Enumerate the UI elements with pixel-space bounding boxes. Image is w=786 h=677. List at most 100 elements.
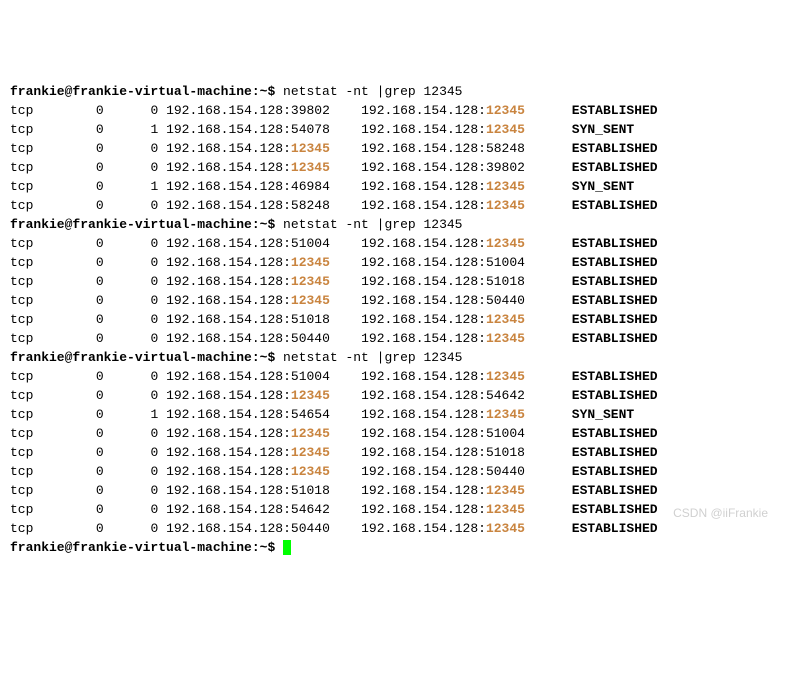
recvq-cell: 0 [96,103,104,118]
col-gap [330,464,361,479]
col-gap [525,388,572,403]
cursor-icon [283,540,291,555]
col-gap [330,103,361,118]
col-gap [330,255,361,270]
command-text: netstat -nt |grep 12345 [283,217,462,232]
prompt-line[interactable]: frankie@frankie-virtual-machine:~$ netst… [10,215,776,234]
foreign-ip: 192.168.154.128: [361,388,486,403]
sendq-cell: 0 [104,103,166,118]
local-ip: 192.168.154.128: [166,464,291,479]
local-port: 51004 [291,369,330,384]
local-ip: 192.168.154.128: [166,293,291,308]
netstat-row: tcp 0 0 192.168.154.128:12345 192.168.15… [10,139,776,158]
proto-cell: tcp [10,388,96,403]
foreign-port: 12345 [486,179,525,194]
col-gap [330,160,361,175]
proto-cell: tcp [10,464,96,479]
local-ip: 192.168.154.128: [166,483,291,498]
local-ip: 192.168.154.128: [166,179,291,194]
foreign-port: 50440 [486,464,525,479]
local-port: 12345 [291,160,330,175]
sendq-cell: 0 [104,426,166,441]
recvq-cell: 0 [96,179,104,194]
recvq-cell: 0 [96,236,104,251]
prompt-line[interactable]: frankie@frankie-virtual-machine:~$ netst… [10,348,776,367]
sendq-cell: 1 [104,179,166,194]
local-ip: 192.168.154.128: [166,122,291,137]
foreign-port: 12345 [486,198,525,213]
netstat-row: tcp 0 0 192.168.154.128:51018 192.168.15… [10,310,776,329]
recvq-cell: 0 [96,502,104,517]
foreign-port: 51018 [486,445,525,460]
state-cell: ESTABLISHED [572,293,658,308]
recvq-cell: 0 [96,274,104,289]
foreign-port: 12345 [486,236,525,251]
foreign-ip: 192.168.154.128: [361,274,486,289]
sendq-cell: 0 [104,141,166,156]
foreign-ip: 192.168.154.128: [361,255,486,270]
netstat-row: tcp 0 0 192.168.154.128:12345 192.168.15… [10,291,776,310]
netstat-row: tcp 0 1 192.168.154.128:54078 192.168.15… [10,120,776,139]
prompt-line[interactable]: frankie@frankie-virtual-machine:~$ netst… [10,82,776,101]
local-port: 50440 [291,331,330,346]
local-port: 39802 [291,103,330,118]
state-cell: ESTABLISHED [572,331,658,346]
proto-cell: tcp [10,103,96,118]
foreign-ip: 192.168.154.128: [361,312,486,327]
sendq-cell: 0 [104,483,166,498]
proto-cell: tcp [10,236,96,251]
local-port: 54642 [291,502,330,517]
foreign-ip: 192.168.154.128: [361,198,486,213]
proto-cell: tcp [10,502,96,517]
sendq-cell: 0 [104,293,166,308]
col-gap [330,369,361,384]
col-gap [525,122,572,137]
col-gap [330,407,361,422]
foreign-port: 50440 [486,293,525,308]
foreign-ip: 192.168.154.128: [361,331,486,346]
state-cell: SYN_SENT [572,122,634,137]
recvq-cell: 0 [96,255,104,270]
sendq-cell: 0 [104,312,166,327]
netstat-row: tcp 0 0 192.168.154.128:12345 192.168.15… [10,253,776,272]
local-port: 54654 [291,407,330,422]
local-port: 12345 [291,274,330,289]
state-cell: ESTABLISHED [572,160,658,175]
local-port: 46984 [291,179,330,194]
foreign-ip: 192.168.154.128: [361,103,486,118]
netstat-row: tcp 0 0 192.168.154.128:58248 192.168.15… [10,196,776,215]
local-ip: 192.168.154.128: [166,141,291,156]
netstat-row: tcp 0 0 192.168.154.128:12345 192.168.15… [10,443,776,462]
local-ip: 192.168.154.128: [166,274,291,289]
state-cell: ESTABLISHED [572,502,658,517]
netstat-row: tcp 0 0 192.168.154.128:50440 192.168.15… [10,329,776,348]
state-cell: SYN_SENT [572,407,634,422]
sendq-cell: 0 [104,502,166,517]
col-gap [525,255,572,270]
recvq-cell: 0 [96,160,104,175]
state-cell: ESTABLISHED [572,388,658,403]
command-text: netstat -nt |grep 12345 [283,350,462,365]
foreign-port: 12345 [486,103,525,118]
proto-cell: tcp [10,122,96,137]
col-gap [525,369,572,384]
sendq-cell: 0 [104,331,166,346]
local-ip: 192.168.154.128: [166,160,291,175]
shell-prompt: frankie@frankie-virtual-machine:~$ [10,84,283,99]
prompt-line[interactable]: frankie@frankie-virtual-machine:~$ [10,538,776,557]
local-port: 12345 [291,445,330,460]
recvq-cell: 0 [96,483,104,498]
terminal-output[interactable]: frankie@frankie-virtual-machine:~$ netst… [10,82,776,557]
netstat-row: tcp 0 0 192.168.154.128:12345 192.168.15… [10,462,776,481]
recvq-cell: 0 [96,312,104,327]
local-port: 12345 [291,464,330,479]
foreign-ip: 192.168.154.128: [361,179,486,194]
netstat-row: tcp 0 0 192.168.154.128:12345 192.168.15… [10,424,776,443]
state-cell: ESTABLISHED [572,369,658,384]
sendq-cell: 0 [104,255,166,270]
recvq-cell: 0 [96,388,104,403]
foreign-port: 12345 [486,122,525,137]
watermark-text: CSDN @iiFrankie [673,504,768,523]
proto-cell: tcp [10,483,96,498]
state-cell: ESTABLISHED [572,445,658,460]
